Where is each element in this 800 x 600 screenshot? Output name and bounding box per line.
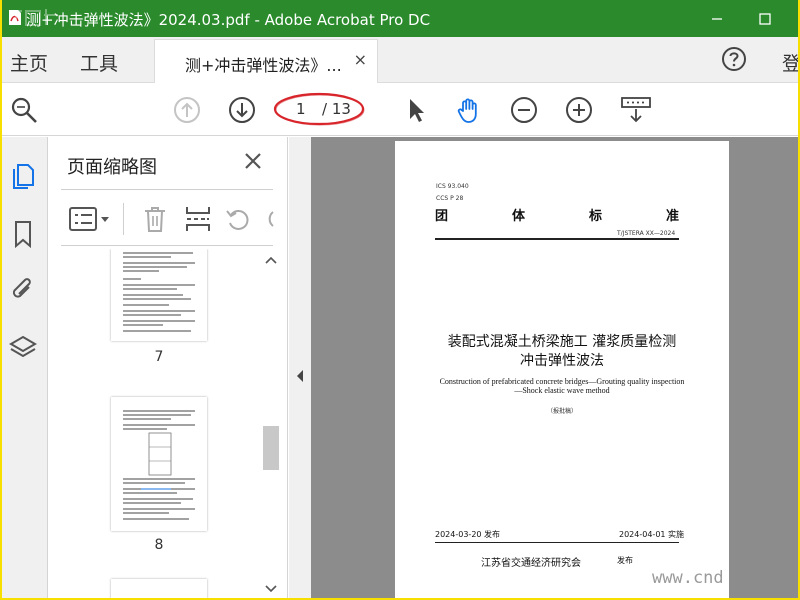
rotate-clockwise-icon[interactable] (263, 207, 275, 231)
title-bar: 测+冲击弹性波法》2024.03.pdf - Adobe Acrobat Pro… (2, 0, 798, 37)
header-rule (435, 238, 679, 240)
document-view[interactable]: ICS 93.040 CCS P 28 团 体 标 准 T/JSTERA XX—… (311, 137, 798, 598)
standard-type-heading: 团 体 标 准 (435, 205, 679, 224)
footer-rule (435, 542, 679, 543)
options-menu-icon[interactable] (69, 207, 115, 231)
standard-code: T/JSTERA XX—2024 (617, 230, 676, 237)
previous-page-icon[interactable] (173, 96, 201, 124)
implement-date: 2024-04-01 实施 (619, 530, 685, 539)
thumbnail-page-content (123, 410, 195, 520)
issuing-organization: 江苏省交通经济研究会 (481, 558, 581, 569)
issued-label: 发布 (617, 556, 633, 565)
page-thumbnail-9[interactable] (111, 579, 207, 598)
divider (123, 203, 124, 235)
thumbnail-label: 8 (154, 537, 164, 553)
collapse-left-icon[interactable] (295, 369, 305, 383)
site-watermark: www.cnd (652, 568, 724, 588)
maximize-button[interactable] (742, 0, 788, 37)
scroll-up-icon[interactable] (265, 255, 277, 265)
page-thumbnails-icon[interactable] (8, 161, 38, 191)
panel-title: 页面缩略图 (67, 157, 157, 178)
panel-collapse-handle[interactable] (289, 137, 311, 598)
navigation-rail (2, 137, 48, 598)
thumbnail-label: 7 (154, 349, 164, 365)
extract-pages-icon[interactable] (185, 205, 211, 233)
heading-char: 体 (511, 209, 525, 224)
document-title-line1: 装配式混凝土桥梁施工 灌浆质量检测 (447, 334, 677, 350)
thumbnail-scrollbar[interactable] (261, 249, 281, 598)
heading-char: 团 (435, 209, 449, 224)
app-window: 测+冲击弹性波法》2024.03.pdf - Adobe Acrobat Pro… (2, 0, 798, 598)
draft-status: （报批稿） (546, 408, 577, 415)
bookmark-icon[interactable] (8, 219, 38, 249)
red-ellipse-annotation (273, 92, 365, 126)
thumbnail-list: 7 8 (49, 249, 259, 598)
sign-in-link[interactable]: 登 (782, 49, 798, 76)
close-icon[interactable] (243, 151, 263, 171)
hand-tool-icon[interactable] (455, 96, 483, 124)
panel-toolbar (49, 193, 288, 245)
thumbnails-panel: 页面缩略图 7 8 (49, 137, 288, 598)
heading-char: 标 (588, 209, 602, 224)
document-tab[interactable]: 测+冲击弹性波法》... × (154, 39, 378, 83)
scrollbar-thumb[interactable] (263, 426, 279, 470)
page-thumbnail-8[interactable] (111, 397, 207, 531)
page-thumbnail-7[interactable] (111, 249, 207, 341)
menu-home[interactable]: 主页 (10, 49, 48, 76)
help-icon[interactable] (721, 46, 747, 72)
minimize-button[interactable] (694, 0, 740, 37)
thumbnail-page-content (123, 252, 195, 332)
english-title-line1: Construction of prefabricated concrete b… (439, 377, 685, 386)
ics-code: ICS 93.040 (436, 183, 469, 190)
ccs-code: CCS P 28 (436, 195, 464, 202)
delete-icon[interactable] (143, 205, 167, 233)
english-title-line2: —Shock elastic wave method (514, 386, 610, 395)
window-title: 测+冲击弹性波法》2024.03.pdf - Adobe Acrobat Pro… (26, 11, 431, 29)
heading-char: 准 (665, 209, 679, 224)
pdf-page: ICS 93.040 CCS P 28 团 体 标 准 T/JSTERA XX—… (395, 141, 729, 598)
attachment-icon[interactable] (8, 275, 38, 305)
divider (61, 245, 273, 246)
tab-close-button[interactable]: × (354, 50, 367, 69)
tab-label: 测+冲击弹性波法》... (185, 56, 342, 75)
menu-bar: 主页 工具 测+冲击弹性波法》... × 登 (2, 37, 798, 83)
zoom-search-icon[interactable] (10, 96, 38, 124)
divider (61, 189, 273, 190)
zoom-out-icon[interactable] (510, 96, 538, 124)
layers-icon[interactable] (8, 333, 38, 363)
document-title-line2: 冲击弹性波法 (520, 353, 604, 369)
rotate-icon[interactable] (225, 207, 251, 231)
scroll-down-icon[interactable] (265, 584, 277, 594)
menu-tools[interactable]: 工具 (80, 49, 118, 76)
toolbar: 1 / 13 (2, 84, 798, 136)
select-cursor-icon[interactable] (402, 96, 430, 124)
scroll-mode-icon[interactable] (620, 96, 652, 124)
zoom-in-icon[interactable] (565, 96, 593, 124)
publish-date: 2024-03-20 发布 (435, 530, 501, 539)
next-page-icon[interactable] (228, 96, 256, 124)
